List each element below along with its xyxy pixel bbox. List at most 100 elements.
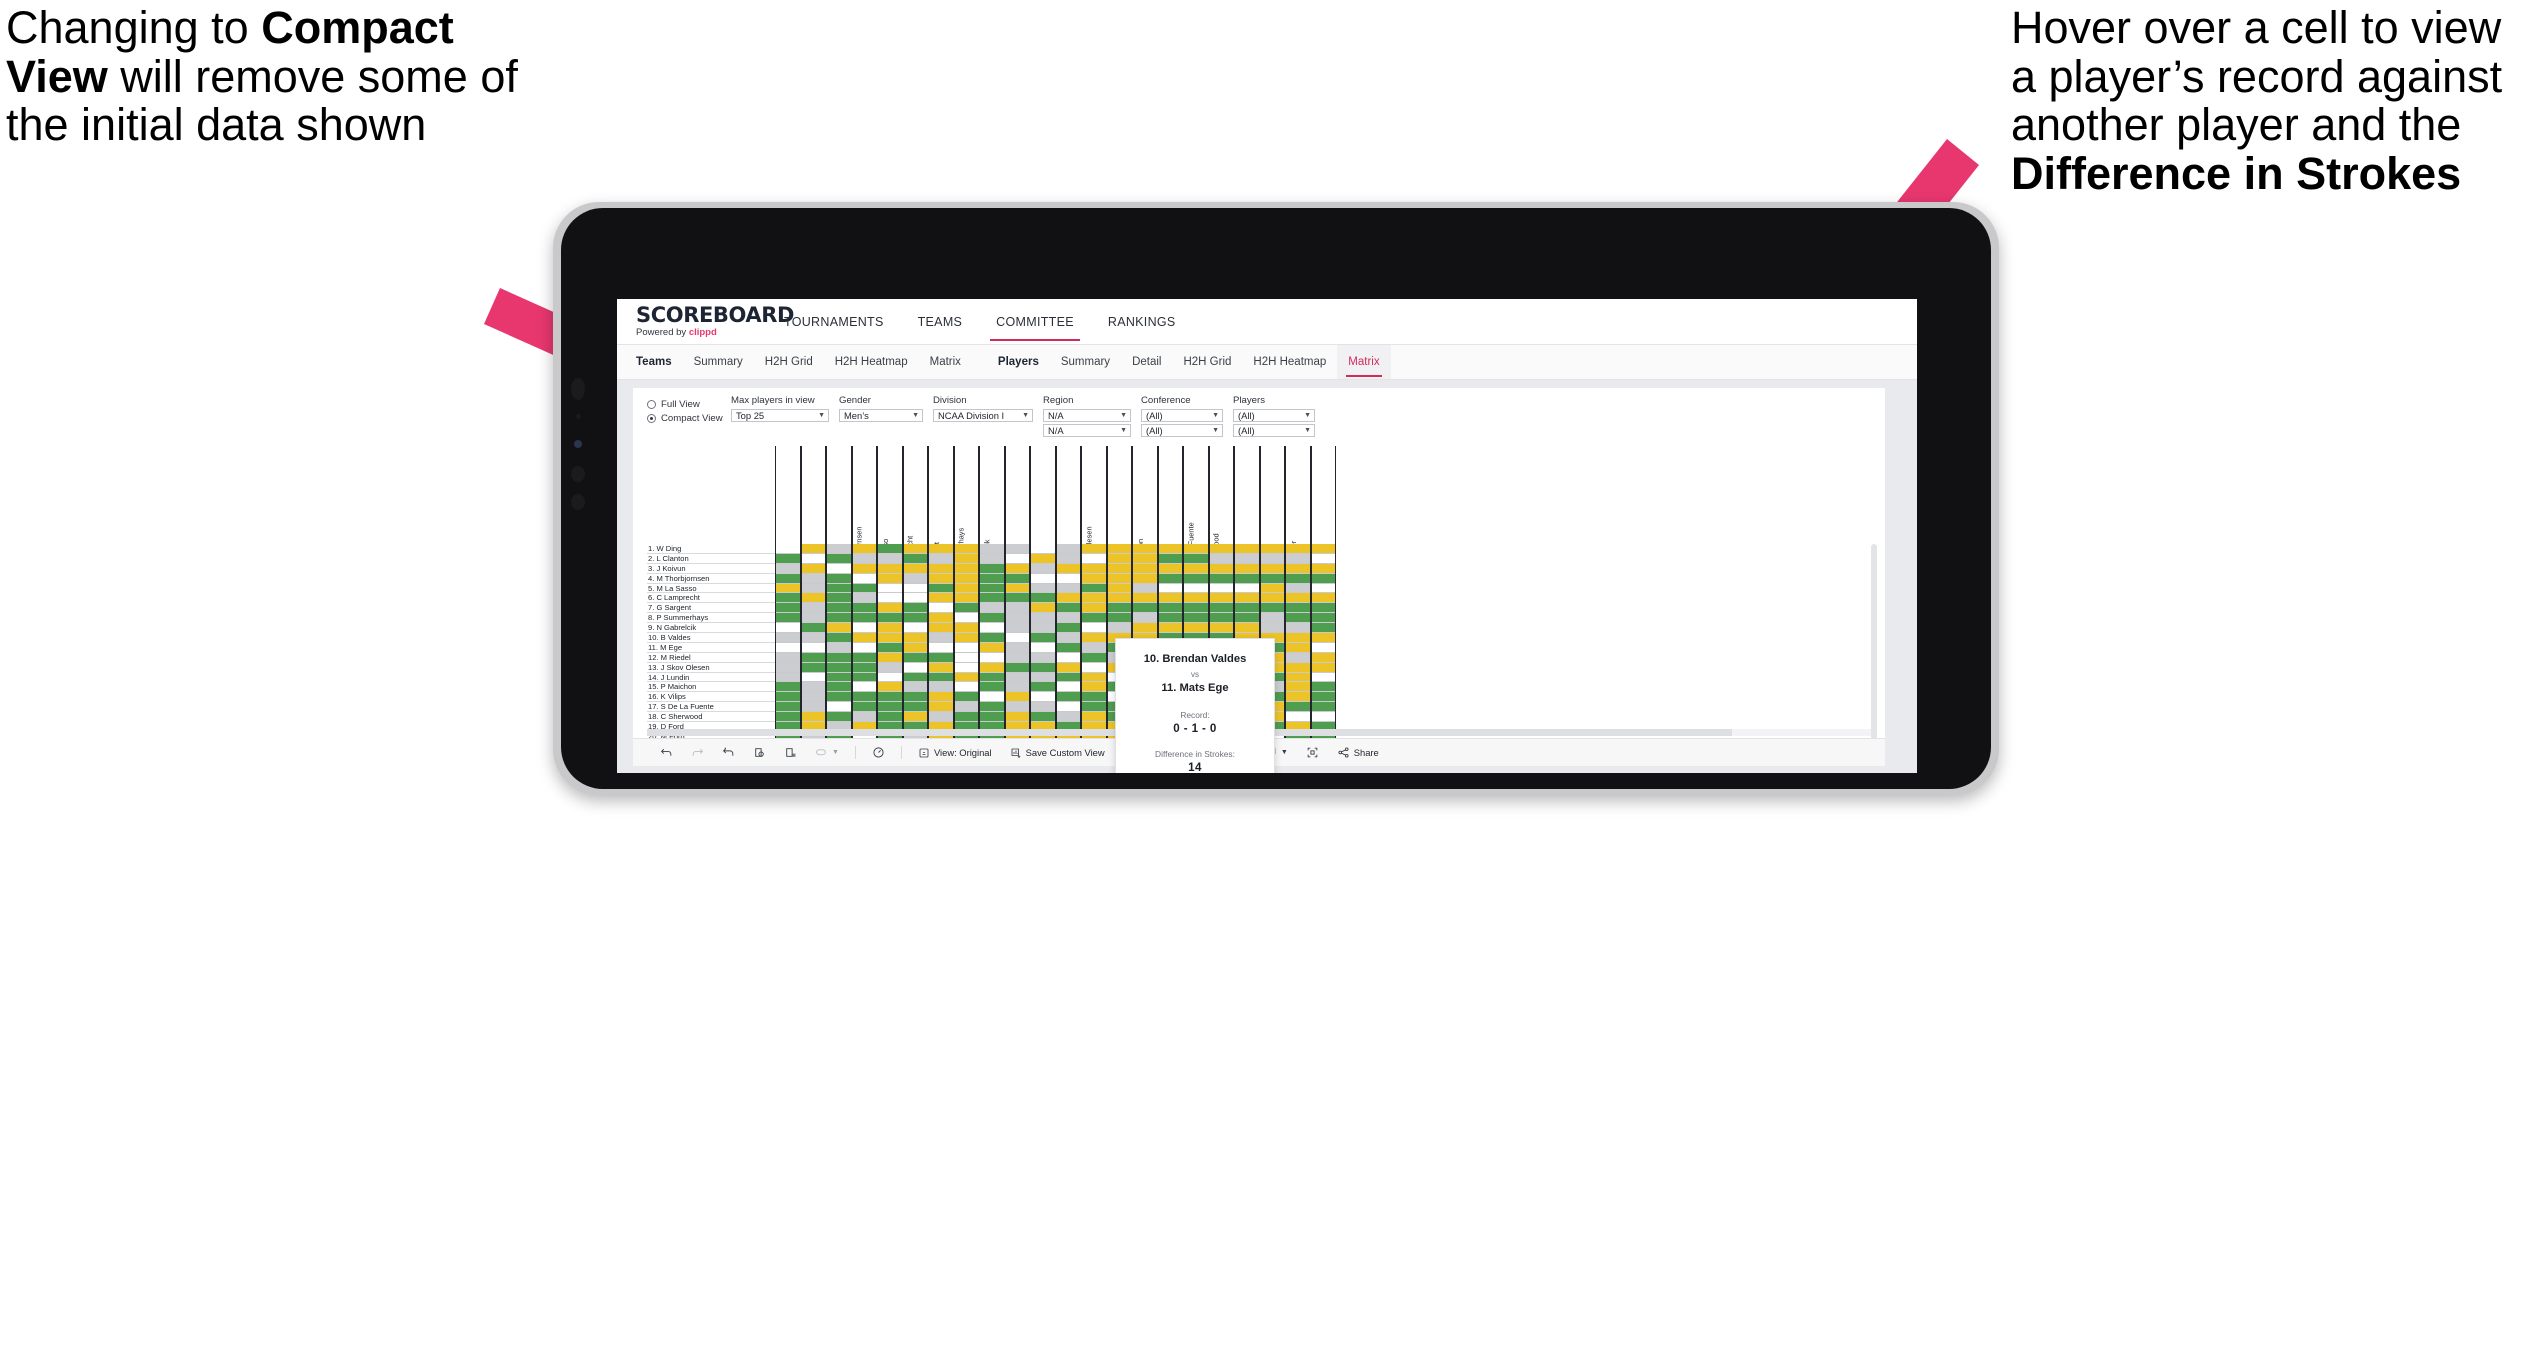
matrix-cell[interactable]: [1005, 603, 1029, 614]
matrix-cell[interactable]: [878, 702, 902, 713]
tab-players-h2h-heatmap[interactable]: H2H Heatmap: [1242, 345, 1337, 379]
matrix-cell[interactable]: [801, 553, 825, 564]
matrix-cell[interactable]: [1184, 603, 1208, 614]
matrix-cell[interactable]: [1311, 603, 1335, 614]
matrix-cell[interactable]: [1082, 613, 1106, 624]
matrix-vertical-scrollbar[interactable]: [1871, 544, 1877, 744]
matrix-cell[interactable]: [1286, 613, 1310, 624]
matrix-cell[interactable]: [980, 623, 1004, 634]
matrix-cell[interactable]: [852, 702, 876, 713]
matrix-cell[interactable]: [1005, 613, 1029, 624]
matrix-cell[interactable]: [1031, 603, 1055, 614]
matrix-cell[interactable]: [878, 692, 902, 703]
matrix-cell[interactable]: [1005, 672, 1029, 683]
matrix-cell[interactable]: [1286, 633, 1310, 643]
matrix-cell[interactable]: [1056, 583, 1080, 594]
nav-tournaments[interactable]: TOURNAMENTS: [767, 299, 901, 344]
matrix-cell[interactable]: [1184, 563, 1208, 574]
matrix-cell[interactable]: [827, 593, 851, 604]
matrix-cell[interactable]: [980, 662, 1004, 673]
matrix-cell[interactable]: [1209, 603, 1233, 614]
matrix-cell[interactable]: [878, 544, 902, 554]
matrix-cell[interactable]: [1235, 573, 1259, 584]
matrix-cell[interactable]: [776, 544, 800, 554]
matrix-cell[interactable]: [929, 603, 953, 614]
matrix-cell[interactable]: [903, 623, 927, 634]
matrix-cell[interactable]: [776, 712, 800, 723]
matrix-cell[interactable]: [1286, 563, 1310, 574]
matrix-cell[interactable]: [1235, 603, 1259, 614]
matrix-cell[interactable]: [1056, 662, 1080, 673]
matrix-cell[interactable]: [1133, 623, 1157, 634]
matrix-cell[interactable]: [980, 593, 1004, 604]
matrix-cell[interactable]: [1158, 573, 1182, 584]
matrix-cell[interactable]: [1286, 573, 1310, 584]
matrix-cell[interactable]: [1311, 613, 1335, 624]
matrix-cell[interactable]: [954, 712, 978, 723]
matrix-cell[interactable]: [1082, 573, 1106, 584]
matrix-cell[interactable]: [954, 553, 978, 564]
matrix-cell[interactable]: [903, 672, 927, 683]
matrix-cell[interactable]: [1311, 553, 1335, 564]
matrix-cell[interactable]: [1005, 563, 1029, 574]
matrix-cell[interactable]: [980, 603, 1004, 614]
matrix-cell[interactable]: [1082, 672, 1106, 683]
matrix-cell[interactable]: [1005, 623, 1029, 634]
matrix-cell[interactable]: [1260, 613, 1284, 624]
tab-teams-h2h-grid[interactable]: H2H Grid: [754, 345, 824, 379]
matrix-cell[interactable]: [1005, 682, 1029, 693]
matrix-cell[interactable]: [1133, 603, 1157, 614]
matrix-cell[interactable]: [1031, 672, 1055, 683]
revert-button[interactable]: [713, 739, 744, 766]
matrix-cell[interactable]: [801, 623, 825, 634]
matrix-cell[interactable]: [1311, 642, 1335, 653]
matrix-cell[interactable]: [1311, 544, 1335, 554]
matrix-cell[interactable]: [1082, 583, 1106, 594]
matrix-cell[interactable]: [954, 603, 978, 614]
matrix-cell[interactable]: [801, 583, 825, 594]
matrix-cell[interactable]: [1184, 613, 1208, 624]
matrix-cell[interactable]: [852, 593, 876, 604]
matrix-cell[interactable]: [1286, 623, 1310, 634]
matrix-cell[interactable]: [903, 692, 927, 703]
matrix-cell[interactable]: [1286, 702, 1310, 713]
matrix-cell[interactable]: [1311, 682, 1335, 693]
matrix-cell[interactable]: [1056, 642, 1080, 653]
matrix-cell[interactable]: [954, 583, 978, 594]
matrix-cell[interactable]: [903, 573, 927, 584]
matrix-cell[interactable]: [801, 633, 825, 643]
matrix-cell[interactable]: [1056, 573, 1080, 584]
matrix-cell[interactable]: [1260, 603, 1284, 614]
matrix-cell[interactable]: [1031, 692, 1055, 703]
matrix-cell[interactable]: [1031, 702, 1055, 713]
matrix-cell[interactable]: [954, 682, 978, 693]
matrix-cell[interactable]: [1082, 593, 1106, 604]
matrix-cell[interactable]: [1082, 633, 1106, 643]
matrix-cell[interactable]: [903, 613, 927, 624]
matrix-cell[interactable]: [1031, 623, 1055, 634]
matrix-cell[interactable]: [878, 583, 902, 594]
matrix-cell[interactable]: [1005, 712, 1029, 723]
presentation-mode-button[interactable]: ▼: [806, 739, 848, 766]
matrix-cell[interactable]: [1133, 583, 1157, 594]
matrix-cell[interactable]: [1158, 553, 1182, 564]
matrix-cell[interactable]: [1235, 613, 1259, 624]
brand-logo[interactable]: SCOREBOARD Powered by clippd: [617, 305, 794, 339]
matrix-cell[interactable]: [1311, 652, 1335, 663]
matrix-cell[interactable]: [980, 642, 1004, 653]
matrix-cell[interactable]: [954, 633, 978, 643]
matrix-cell[interactable]: [878, 573, 902, 584]
matrix-cell[interactable]: [1260, 593, 1284, 604]
matrix-cell[interactable]: [954, 642, 978, 653]
matrix-cell[interactable]: [1107, 544, 1131, 554]
matrix-cell[interactable]: [776, 672, 800, 683]
matrix-cell[interactable]: [1311, 563, 1335, 574]
matrix-cell[interactable]: [1082, 603, 1106, 614]
matrix-cell[interactable]: [980, 633, 1004, 643]
pause-auto-update-button[interactable]: [863, 739, 894, 766]
matrix-cell[interactable]: [1184, 553, 1208, 564]
matrix-cell[interactable]: [878, 623, 902, 634]
matrix-cell[interactable]: [1082, 662, 1106, 673]
matrix-cell[interactable]: [852, 623, 876, 634]
matrix-cell[interactable]: [1082, 652, 1106, 663]
